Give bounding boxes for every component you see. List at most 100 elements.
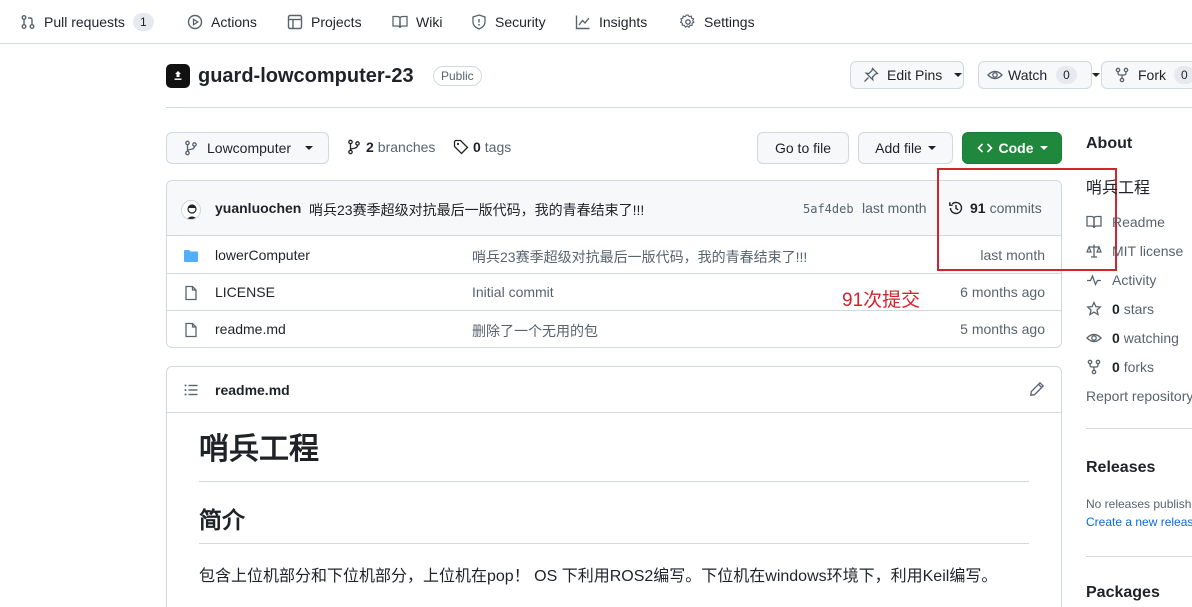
tab-label: Actions	[211, 13, 257, 30]
go-to-file-button[interactable]: Go to file	[757, 132, 849, 164]
readme-panel: readme.md 哨兵工程 简介 包含上位机部分和下位机部分，上位机在pop！…	[166, 366, 1062, 607]
chevron-down-icon	[1039, 146, 1048, 150]
book-icon	[392, 14, 408, 30]
file-row[interactable]: readme.md 删除了一个无用的包 5 months ago	[167, 311, 1061, 347]
stars-count: 0	[1112, 301, 1120, 317]
fork-count: 0	[1174, 66, 1192, 84]
about-heading: About	[1086, 135, 1133, 152]
tab-label: Pull requests	[44, 13, 125, 30]
readme-title: 哨兵工程	[199, 433, 319, 466]
releases-heading[interactable]: Releases	[1086, 459, 1155, 477]
pulse-icon	[1086, 272, 1102, 288]
tab-label: Security	[495, 13, 546, 30]
add-file-button[interactable]: Add file	[858, 132, 953, 164]
tab-actions[interactable]: Actions	[187, 0, 257, 43]
fork-label: Fork	[1138, 67, 1166, 83]
branches-link[interactable]: 2 branches	[346, 139, 435, 155]
file-name[interactable]: readme.md	[215, 321, 286, 337]
pull-request-icon	[20, 14, 36, 30]
chevron-down-icon	[954, 73, 963, 77]
tags-label: tags	[484, 139, 512, 155]
about-description: 哨兵工程	[1086, 180, 1151, 197]
pencil-icon[interactable]	[1029, 381, 1045, 397]
file-list: yuanluochen 哨兵23赛季超级对抗最后一版代码，我的青春结束了!!! …	[166, 180, 1062, 348]
readme-link[interactable]: Readme	[1086, 214, 1165, 230]
watch-button[interactable]: Watch 0	[978, 61, 1100, 89]
license-link[interactable]: MIT license	[1086, 243, 1183, 259]
file-name[interactable]: LICENSE	[215, 284, 275, 300]
file-icon	[183, 285, 199, 301]
play-icon	[187, 14, 203, 30]
stars-label: stars	[1123, 301, 1155, 317]
go-to-file-label: Go to file	[774, 140, 832, 156]
eye-icon	[1086, 330, 1102, 346]
branches-count: 2	[366, 139, 374, 155]
table-icon	[287, 14, 303, 30]
watch-label: Watch	[1008, 67, 1048, 83]
branch-name: Lowcomputer	[207, 140, 292, 156]
commit-message[interactable]: 哨兵23赛季超级对抗最后一版代码，我的青春结束了!!!	[309, 200, 644, 220]
report-repository-link[interactable]: Report repository	[1086, 388, 1192, 404]
readme-filename[interactable]: readme.md	[215, 382, 290, 398]
star-icon	[1086, 301, 1102, 317]
readme-link-label: Readme	[1112, 214, 1165, 230]
edit-pins-button[interactable]: Edit Pins	[850, 61, 964, 89]
code-label: Code	[998, 140, 1034, 156]
readme-paragraph: 包含上位机部分和下位机部分，上位机在pop！ OS 下利用ROS2编写。下位机在…	[199, 568, 998, 585]
branch-select-button[interactable]: Lowcomputer	[166, 132, 329, 164]
visibility-badge: Public	[433, 66, 482, 86]
pull-requests-count: 1	[132, 12, 154, 31]
stars-link[interactable]: 0 stars	[1086, 301, 1154, 317]
add-file-label: Add file	[875, 140, 922, 156]
eye-icon	[987, 67, 1003, 83]
code-icon	[976, 140, 993, 156]
file-commit-message[interactable]: Initial commit	[472, 284, 554, 300]
fork-button[interactable]: Fork 0	[1101, 61, 1192, 89]
create-release-link[interactable]: Create a new release	[1086, 515, 1192, 529]
repo-owner-avatar[interactable]	[166, 64, 190, 88]
file-age: 6 months ago	[960, 284, 1045, 300]
file-row[interactable]: lowerComputer 哨兵23赛季超级对抗最后一版代码，我的青春结束了!!…	[167, 237, 1061, 274]
file-icon	[183, 322, 199, 338]
tab-settings[interactable]: Settings	[680, 0, 755, 43]
tab-security[interactable]: Security	[471, 0, 546, 43]
watching-link[interactable]: 0 watching	[1086, 330, 1179, 346]
tab-projects[interactable]: Projects	[287, 0, 362, 43]
fork-icon	[1114, 67, 1130, 83]
law-icon	[1086, 243, 1102, 259]
forks-count: 0	[1112, 359, 1120, 375]
file-commit-message[interactable]: 删除了一个无用的包	[472, 321, 598, 341]
commit-sha[interactable]: 5af4deb	[803, 202, 854, 216]
shield-icon	[471, 13, 487, 30]
chevron-down-icon	[305, 146, 314, 150]
header-divider	[166, 107, 1192, 108]
tags-link[interactable]: 0 tags	[453, 139, 511, 155]
readme-divider	[199, 543, 1029, 544]
sidebar-divider	[1086, 428, 1192, 429]
repo-name[interactable]: guard-lowcomputer-23	[198, 63, 414, 89]
gear-icon	[680, 13, 696, 30]
tab-label: Wiki	[416, 13, 443, 30]
packages-heading[interactable]: Packages	[1086, 584, 1160, 602]
tab-pull-requests[interactable]: Pull requests 1	[20, 0, 154, 43]
readme-heading: 简介	[199, 507, 245, 533]
list-icon[interactable]	[183, 382, 199, 398]
readme-header: readme.md	[167, 367, 1061, 413]
tab-wiki[interactable]: Wiki	[392, 0, 442, 43]
author-avatar[interactable]	[181, 200, 201, 220]
activity-link[interactable]: Activity	[1086, 272, 1156, 288]
repo-nav: Pull requests 1 Actions Projects Wiki Se…	[0, 0, 1192, 44]
forks-link[interactable]: 0 forks	[1086, 359, 1154, 375]
file-commit-message[interactable]: 哨兵23赛季超级对抗最后一版代码，我的青春结束了!!!	[472, 247, 807, 267]
code-button[interactable]: Code	[962, 132, 1062, 164]
commit-author[interactable]: yuanluochen	[215, 200, 301, 216]
tab-insights[interactable]: Insights	[575, 0, 647, 43]
branch-icon	[183, 140, 199, 156]
graph-icon	[575, 14, 591, 30]
branches-label: branches	[377, 139, 436, 155]
folder-icon	[183, 248, 199, 264]
watch-count: 0	[1056, 66, 1077, 84]
file-name[interactable]: lowerComputer	[215, 247, 310, 263]
activity-link-label: Activity	[1112, 272, 1157, 288]
file-row[interactable]: LICENSE Initial commit 6 months ago	[167, 274, 1061, 311]
